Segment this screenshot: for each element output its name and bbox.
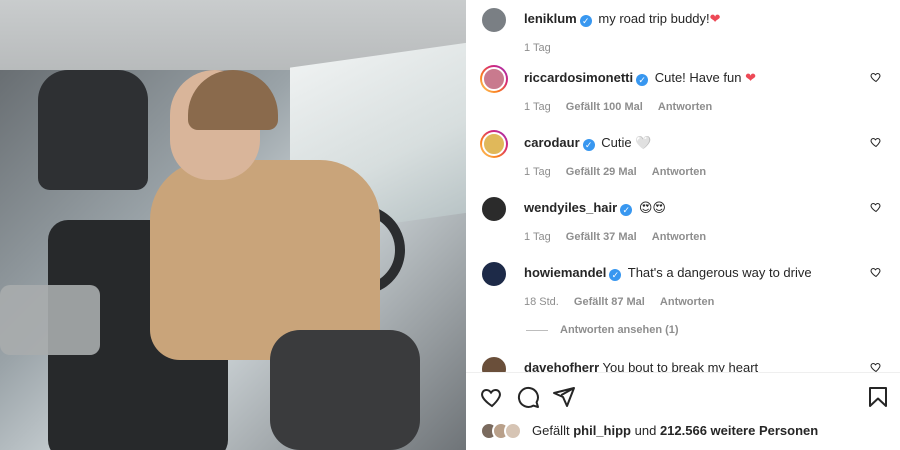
comment-time[interactable]: 1 Tag: [524, 231, 551, 243]
comment-likes[interactable]: Gefällt 37 Mal: [566, 231, 637, 243]
liked-by: Gefällt phil_hipp und 212.566 weitere Pe…: [480, 421, 890, 441]
liked-by-prefix: Gefällt: [532, 423, 570, 438]
avatar[interactable]: [480, 355, 508, 372]
comment-username[interactable]: davehofherr: [524, 360, 599, 372]
avatar[interactable]: [480, 130, 508, 158]
comment-username[interactable]: riccardosimonetti: [524, 70, 633, 85]
comment-text: Cutie: [601, 135, 632, 150]
comment-time[interactable]: 1 Tag: [524, 42, 551, 54]
avatar[interactable]: [480, 65, 508, 93]
replies-line: [526, 329, 548, 331]
send-icon[interactable]: [552, 385, 576, 409]
reply-button[interactable]: Antworten: [660, 296, 714, 308]
reply-button[interactable]: Antworten: [652, 166, 706, 178]
action-bar: [480, 385, 890, 413]
comment-username[interactable]: leniklum: [524, 11, 577, 26]
check-badge-icon: ✓: [620, 204, 633, 216]
comment-meta: 1 Tag: [524, 42, 874, 54]
comment-username[interactable]: wendyiles_hair: [524, 200, 617, 215]
liked-by-connector: und: [634, 423, 657, 438]
avatar[interactable]: [480, 195, 508, 223]
comment-likes[interactable]: Gefällt 87 Mal: [574, 296, 645, 308]
avatar[interactable]: [480, 260, 508, 288]
check-badge-icon: ✓: [582, 139, 595, 151]
heart-icon[interactable]: [480, 385, 504, 409]
comment-meta: 1 Tag Gefällt 37 Mal Antworten: [524, 231, 874, 243]
comment-emoji: 😍😍: [638, 200, 666, 215]
avatar: [504, 422, 522, 440]
liked-by-user[interactable]: phil_hipp: [573, 423, 631, 438]
plastic-bag: [0, 285, 100, 355]
comments-list[interactable]: leniklum ✓ my road trip buddy!❤ 1 Tag ric…: [466, 0, 900, 372]
check-badge-icon: ✓: [636, 74, 649, 86]
comment-meta: 1 Tag Gefällt 29 Mal Antworten: [524, 166, 874, 178]
bookmark-icon[interactable]: [866, 385, 890, 409]
reply-button[interactable]: Antworten: [652, 231, 706, 243]
avatar[interactable]: [480, 6, 508, 34]
comment-likes[interactable]: Gefällt 100 Mal: [566, 101, 643, 113]
comment-time[interactable]: 18 Std.: [524, 296, 559, 308]
comments-panel: leniklum ✓ my road trip buddy!❤ 1 Tag ric…: [466, 0, 900, 450]
comment-meta: 1 Tag Gefällt 100 Mal Antworten: [524, 101, 874, 113]
comment-emoji: ❤: [709, 11, 721, 26]
comment-likes[interactable]: Gefällt 29 Mal: [566, 166, 637, 178]
check-badge-icon: ✓: [579, 15, 592, 27]
liked-by-text: Gefällt phil_hipp und 212.566 weitere Pe…: [532, 423, 818, 438]
heart-icon[interactable]: [870, 201, 882, 213]
person-pants: [270, 330, 420, 450]
view-replies-button[interactable]: Antworten ansehen (1): [526, 324, 679, 336]
view-replies-label: Antworten ansehen (1): [560, 324, 679, 336]
liked-by-count[interactable]: 212.566 weitere Personen: [660, 423, 818, 438]
headrest: [38, 70, 148, 190]
heart-icon[interactable]: [870, 266, 882, 278]
comment-username[interactable]: carodaur: [524, 135, 580, 150]
heart-icon[interactable]: [870, 71, 882, 83]
heart-icon[interactable]: [870, 361, 882, 372]
comment-text: Cute! Have fun: [654, 70, 742, 85]
comment-text: You bout to break my heart: [602, 360, 759, 372]
post-photo[interactable]: [0, 0, 466, 450]
check-badge-icon: ✓: [609, 269, 622, 281]
comment-emoji: 🤍: [635, 135, 652, 150]
comment-text: That's a dangerous way to drive: [627, 265, 812, 280]
comment-time[interactable]: 1 Tag: [524, 166, 551, 178]
comment-icon[interactable]: [516, 385, 540, 409]
reply-button[interactable]: Antworten: [658, 101, 712, 113]
comment-text: my road trip buddy!: [598, 11, 710, 26]
comment-username[interactable]: howiemandel: [524, 265, 606, 280]
comment-time[interactable]: 1 Tag: [524, 101, 551, 113]
divider: [466, 372, 900, 373]
heart-icon[interactable]: [870, 136, 882, 148]
comment-emoji: ❤: [745, 70, 756, 85]
comment-meta: 18 Std. Gefällt 87 Mal Antworten: [524, 296, 874, 308]
